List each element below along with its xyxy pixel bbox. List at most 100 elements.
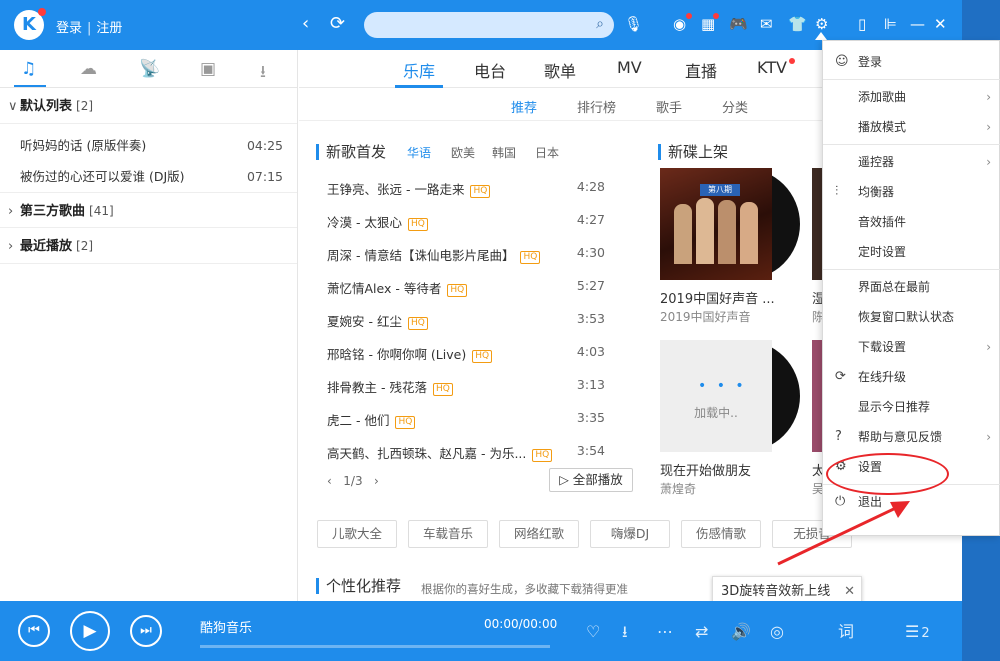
group-third-party[interactable]: › 第三方歌曲 [41] — [0, 192, 297, 228]
cloud-icon[interactable]: ☁ — [80, 59, 97, 79]
song-duration: 4:28 — [576, 179, 605, 194]
mini-mode-icon[interactable]: ⊫ — [884, 15, 897, 33]
lang-japanese[interactable]: 日本 — [535, 144, 559, 161]
menu-caret — [815, 32, 827, 40]
search-icon[interactable]: ⌕ — [596, 16, 604, 32]
tag-kids-songs[interactable]: 儿歌大全 — [317, 520, 397, 548]
prev-page-icon[interactable]: ‹ — [327, 474, 332, 488]
download-icon[interactable]: ⭳ — [260, 59, 266, 88]
collapse-arrow-icon: › — [8, 239, 14, 254]
tag-car-music[interactable]: 车载音乐 — [408, 520, 488, 548]
menu-item-1[interactable]: 添加歌曲 › — [823, 82, 1000, 112]
game-controller-icon[interactable]: 🎮 — [729, 15, 748, 33]
menu-item-9[interactable]: 下载设置 › — [823, 332, 1000, 362]
close-icon[interactable]: ✕ — [934, 15, 947, 33]
hq-badge: HQ — [472, 350, 493, 363]
group-recent-played[interactable]: › 最近播放 [2] — [0, 228, 297, 264]
menu-item-6[interactable]: 定时设置 — [823, 237, 1000, 267]
loop-mode-icon[interactable]: ⇄ — [695, 623, 708, 641]
menu-item-2[interactable]: 播放模式 › — [823, 112, 1000, 142]
download-icon[interactable]: ⭳ — [622, 623, 628, 641]
like-heart-icon[interactable]: ♡ — [586, 623, 600, 641]
song-duration: 3:53 — [576, 311, 605, 326]
menu-item-7[interactable]: 界面总在最前 — [823, 272, 1000, 302]
lang-western[interactable]: 欧美 — [451, 144, 475, 161]
device-icon[interactable]: ▣ — [200, 59, 216, 79]
subtab-charts[interactable]: 排行榜 — [577, 97, 616, 116]
table-row[interactable]: 冷漠 - 太狠心 HQ 4:27 — [327, 212, 605, 245]
refresh-icon[interactable]: ⟳ — [330, 13, 345, 35]
skin-shirt-icon[interactable]: 👕 — [788, 15, 807, 33]
player-bar: ⏮ ▶ ⏭ 酷狗音乐 00:00/00:00 ♡ ⭳ ⋯ ⇄ 🔊 ◎ 词 ☰ 2 — [0, 601, 962, 661]
radio-icon[interactable]: 📡 — [139, 59, 160, 79]
next-track-button[interactable]: ⏭ — [130, 615, 162, 647]
register-link[interactable]: 注册 — [96, 21, 122, 36]
song-title: 冷漠 - 太狠心 HQ — [327, 212, 428, 231]
menu-item-0[interactable]: ☺ 登录 — [823, 47, 1000, 77]
submenu-arrow-icon: › — [986, 90, 991, 104]
login-link[interactable]: 登录 — [56, 21, 82, 36]
loading-dots-icon: • • • — [698, 378, 747, 394]
progress-bar[interactable] — [200, 645, 550, 648]
list-item[interactable]: 听妈妈的话 (原版伴奏) 04:25 — [0, 130, 297, 161]
mobile-icon[interactable]: ▯ — [858, 15, 866, 33]
queue-list-icon[interactable]: ☰ 2 — [905, 623, 930, 643]
sidebar-tabs: ♫ ☁ 📡 ▣ ⭳ — [0, 50, 297, 88]
mail-icon[interactable]: ✉ — [760, 15, 773, 33]
more-icon[interactable]: ⋯ — [657, 623, 673, 641]
subtab-categories[interactable]: 分类 — [722, 97, 748, 116]
table-row[interactable]: 周深 - 情意结【诛仙电影片尾曲】 HQ 4:30 — [327, 245, 605, 278]
group-default-list[interactable]: ∨ 默认列表 [2] — [0, 88, 297, 124]
list-item[interactable]: 被伤过的心还可以爱谁 (DJ版) 07:15 — [0, 161, 297, 192]
next-page-icon[interactable]: › — [374, 474, 379, 488]
lang-korean[interactable]: 韩国 — [492, 144, 516, 161]
song-duration: 3:35 — [576, 410, 605, 425]
subtab-singers[interactable]: 歌手 — [656, 97, 682, 116]
tab-radio[interactable]: 电台 — [474, 58, 506, 82]
microphone-icon[interactable]: 🎙 — [624, 15, 643, 33]
tab-live[interactable]: 直播 — [685, 58, 717, 82]
tab-mv[interactable]: MV — [617, 58, 642, 77]
table-row[interactable]: 虎二 - 他们 HQ 3:35 — [327, 410, 605, 443]
tag-dj[interactable]: 嗨爆DJ — [590, 520, 670, 548]
menu-icon: ? — [835, 429, 842, 444]
sound-effect-icon[interactable]: ◎ — [770, 623, 784, 641]
search-input[interactable]: ⌕ — [364, 12, 614, 38]
tag-sad-songs[interactable]: 伤感情歌 — [681, 520, 761, 548]
song-duration: 3:54 — [576, 443, 605, 458]
table-row[interactable]: 王铮亮、张远 - 一路走来 HQ 4:28 — [327, 179, 605, 212]
menu-item-12[interactable]: ? 帮助与意见反馈 › — [823, 422, 1000, 452]
radar-icon[interactable]: ◉ — [673, 15, 686, 33]
previous-track-button[interactable]: ⏮ — [18, 615, 50, 647]
tab-ktv[interactable]: KTV — [757, 58, 787, 77]
menu-item-11[interactable]: 显示今日推荐 — [823, 392, 1000, 422]
tab-library[interactable]: 乐库 — [403, 58, 435, 82]
tag-internet-hits[interactable]: 网络红歌 — [499, 520, 579, 548]
back-arrow-icon[interactable]: ‹ — [302, 13, 309, 35]
lang-chinese[interactable]: 华语 — [407, 144, 431, 161]
play-all-button[interactable]: ▷ 全部播放 — [549, 468, 633, 492]
tab-playlists[interactable]: 歌单 — [544, 58, 576, 82]
submenu-arrow-icon: › — [986, 430, 991, 444]
minimize-icon[interactable]: — — [910, 15, 925, 33]
playback-time: 00:00/00:00 — [484, 617, 558, 631]
subtab-recommend[interactable]: 推荐 — [511, 97, 537, 116]
menu-item-8[interactable]: 恢复窗口默认状态 — [823, 302, 1000, 332]
table-row[interactable]: 萧忆情Alex - 等待者 HQ 5:27 — [327, 278, 605, 311]
menu-item-3[interactable]: 遥控器 › — [823, 147, 1000, 177]
lyrics-icon[interactable]: 词 — [838, 623, 854, 641]
table-row[interactable]: 排骨教主 - 残花落 HQ 3:13 — [327, 377, 605, 410]
menu-item-4[interactable]: ⫶ 均衡器 — [823, 177, 1000, 207]
table-row[interactable]: 夏婉安 - 红尘 HQ 3:53 — [327, 311, 605, 344]
song-title: 夏婉安 - 红尘 HQ — [327, 311, 428, 330]
menu-item-10[interactable]: ⟳ 在线升级 — [823, 362, 1000, 392]
volume-icon[interactable]: 🔊 — [731, 623, 751, 641]
now-playing-title: 酷狗音乐 — [200, 621, 253, 636]
menu-item-5[interactable]: 音效插件 — [823, 207, 1000, 237]
submenu-arrow-icon: › — [986, 155, 991, 169]
music-note-icon[interactable]: ♫ — [21, 59, 36, 79]
song-title: 王铮亮、张远 - 一路走来 HQ — [327, 179, 491, 198]
play-button[interactable]: ▶ — [70, 611, 110, 651]
settings-gear-icon[interactable]: ⚙ — [815, 15, 828, 33]
table-row[interactable]: 邢晗铭 - 你啊你啊 (Live) HQ 4:03 — [327, 344, 605, 377]
